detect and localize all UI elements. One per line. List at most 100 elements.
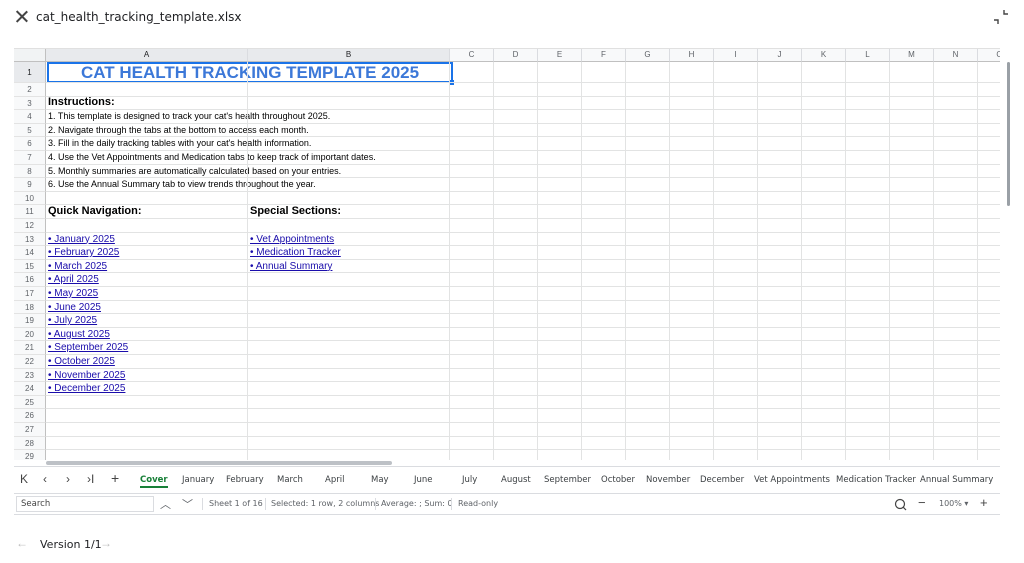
sheet-tab[interactable]: Cover <box>140 475 168 488</box>
row-header[interactable]: 7 <box>14 151 46 165</box>
vertical-scrollbar[interactable] <box>1007 62 1010 206</box>
row-header[interactable]: 22 <box>14 355 46 369</box>
row-header[interactable]: 14 <box>14 246 46 260</box>
row-header[interactable]: 12 <box>14 219 46 233</box>
collapse-icon[interactable] <box>992 8 1010 26</box>
row-header[interactable]: 2 <box>14 83 46 97</box>
instruction-line[interactable]: 5. Monthly summaries are automatically c… <box>48 165 341 179</box>
search-input[interactable]: Search <box>16 496 154 512</box>
row-header[interactable]: 6 <box>14 137 46 151</box>
month-link[interactable]: • April 2025 <box>48 273 99 287</box>
sheet-tab[interactable]: October <box>601 475 635 485</box>
row-header[interactable]: 16 <box>14 273 46 287</box>
month-link[interactable]: • November 2025 <box>48 369 125 383</box>
instruction-line[interactable]: 1. This template is designed to track yo… <box>48 110 330 124</box>
month-link[interactable]: • March 2025 <box>48 260 107 274</box>
month-link[interactable]: • September 2025 <box>48 341 128 355</box>
last-sheet-icon[interactable]: ›I <box>87 472 94 486</box>
sheet-tab[interactable]: February <box>226 475 264 485</box>
row-header[interactable]: 24 <box>14 382 46 396</box>
month-link[interactable]: • July 2025 <box>48 314 97 328</box>
horizontal-scrollbar[interactable] <box>46 461 392 465</box>
special-section-link[interactable]: • Medication Tracker <box>250 246 341 260</box>
column-header[interactable]: N <box>934 49 978 62</box>
column-header[interactable]: J <box>758 49 802 62</box>
sheet-tab[interactable]: March <box>277 475 303 485</box>
sheet-tab[interactable]: July <box>462 475 477 485</box>
column-header[interactable]: G <box>626 49 670 62</box>
month-link[interactable]: • October 2025 <box>48 355 115 369</box>
sheet-tab[interactable]: Medication Tracker <box>836 475 916 485</box>
month-link[interactable]: • May 2025 <box>48 287 98 301</box>
instruction-line[interactable]: 6. Use the Annual Summary tab to view tr… <box>48 178 316 192</box>
row-header[interactable]: 1 <box>14 62 46 83</box>
row-header[interactable]: 9 <box>14 178 46 192</box>
special-section-link[interactable]: • Annual Summary <box>250 260 332 274</box>
search-prev-icon[interactable]: ︿ <box>160 496 171 512</box>
close-icon[interactable] <box>14 9 30 25</box>
select-all-corner[interactable] <box>14 49 46 62</box>
quick-navigation-heading[interactable]: Quick Navigation: <box>48 205 142 219</box>
sheet-tab[interactable]: September <box>544 475 591 485</box>
zoom-out-icon[interactable]: − <box>918 495 926 510</box>
row-header[interactable]: 15 <box>14 259 46 274</box>
column-header[interactable]: E <box>538 49 582 62</box>
sheet-tab[interactable]: Annual Summary <box>920 475 993 485</box>
row-header[interactable]: 29 <box>14 450 46 460</box>
instruction-line[interactable]: 3. Fill in the daily tracking tables wit… <box>48 137 311 151</box>
add-sheet-icon[interactable]: + <box>111 470 119 486</box>
sheet-tab[interactable]: November <box>646 475 690 485</box>
column-header[interactable]: M <box>890 49 934 62</box>
month-link[interactable]: • August 2025 <box>48 328 110 342</box>
row-header[interactable]: 13 <box>14 232 46 247</box>
instructions-heading[interactable]: Instructions: <box>48 96 115 110</box>
row-header[interactable]: 18 <box>14 300 46 315</box>
row-header[interactable]: 21 <box>14 341 46 355</box>
row-header[interactable]: 10 <box>14 191 46 206</box>
sheet-tab[interactable]: June <box>414 475 433 485</box>
column-header[interactable]: C <box>450 49 494 62</box>
row-header[interactable]: 27 <box>14 423 46 437</box>
first-sheet-icon[interactable]: K <box>20 472 28 486</box>
row-header[interactable]: 8 <box>14 164 46 179</box>
column-header[interactable]: A <box>46 49 248 62</box>
row-header[interactable]: 11 <box>14 205 46 219</box>
column-header[interactable]: O <box>978 49 1000 62</box>
column-header[interactable]: B <box>248 49 450 62</box>
title-cell[interactable]: CAT HEALTH TRACKING TEMPLATE 2025 <box>47 62 453 83</box>
row-header[interactable]: 3 <box>14 96 46 111</box>
special-sections-heading[interactable]: Special Sections: <box>250 205 341 219</box>
search-next-icon[interactable]: ﹀ <box>182 496 193 512</box>
row-header[interactable]: 17 <box>14 287 46 301</box>
next-sheet-icon[interactable]: › <box>66 472 70 486</box>
column-header[interactable]: I <box>714 49 758 62</box>
row-header[interactable]: 28 <box>14 436 46 451</box>
column-header[interactable]: H <box>670 49 714 62</box>
column-header[interactable]: D <box>494 49 538 62</box>
sheet-tab[interactable]: August <box>501 475 531 485</box>
special-section-link[interactable]: • Vet Appointments <box>250 233 334 247</box>
prev-sheet-icon[interactable]: ‹ <box>43 472 47 486</box>
row-header[interactable]: 26 <box>14 409 46 423</box>
zoom-level[interactable]: 100% ▾ <box>939 499 968 508</box>
row-header[interactable]: 5 <box>14 123 46 138</box>
row-header[interactable]: 20 <box>14 327 46 342</box>
next-version-icon[interactable]: → <box>100 536 112 550</box>
sheet-tab[interactable]: January <box>182 475 214 485</box>
row-header[interactable]: 19 <box>14 314 46 328</box>
sheet-tab[interactable]: Vet Appointments <box>754 475 830 485</box>
sheet-tab[interactable]: April <box>325 475 344 485</box>
column-header[interactable]: L <box>846 49 890 62</box>
prev-version-icon[interactable]: ← <box>16 536 28 550</box>
zoom-magnifier-icon[interactable] <box>894 498 907 511</box>
sheet-tab[interactable]: December <box>700 475 744 485</box>
month-link[interactable]: • June 2025 <box>48 301 101 315</box>
row-header[interactable]: 25 <box>14 395 46 410</box>
column-header[interactable]: K <box>802 49 846 62</box>
row-header[interactable]: 4 <box>14 110 46 124</box>
column-header[interactable]: F <box>582 49 626 62</box>
sheet-tab[interactable]: May <box>371 475 389 485</box>
month-link[interactable]: • February 2025 <box>48 246 119 260</box>
instruction-line[interactable]: 2. Navigate through the tabs at the bott… <box>48 124 309 138</box>
spreadsheet-grid[interactable]: CAT HEALTH TRACKING TEMPLATE 2025 Instru… <box>14 48 1000 460</box>
